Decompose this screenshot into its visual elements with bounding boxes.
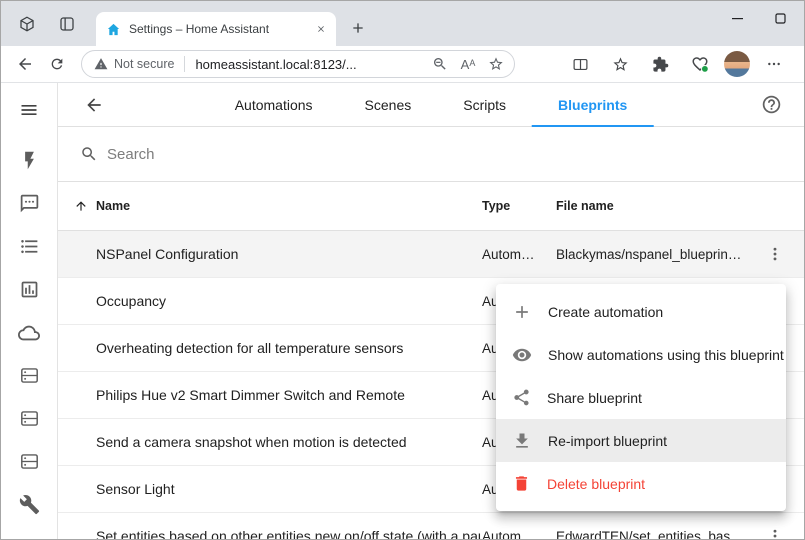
menu-item-label: Share blueprint <box>547 390 642 406</box>
plus-icon <box>512 302 532 322</box>
row-type: Autom… <box>482 247 556 262</box>
blueprint-context-menu: Create automation Show automations using… <box>496 284 786 511</box>
split-screen-icon[interactable] <box>564 49 596 79</box>
sidebar-server-icon-2[interactable] <box>1 397 57 440</box>
row-file: Blackymas/nspanel_blueprin… <box>556 247 760 262</box>
security-label: Not secure <box>114 57 174 71</box>
sidebar-energy-icon[interactable] <box>1 139 57 182</box>
table-row[interactable]: NSPanel Configuration Autom… Blackymas/n… <box>58 231 804 278</box>
sidebar-server-icon-1[interactable] <box>1 354 57 397</box>
back-icon[interactable] <box>9 49 41 79</box>
row-name: Sensor Light <box>58 466 482 513</box>
ha-back-icon[interactable] <box>78 89 110 121</box>
window-controls <box>716 1 802 35</box>
sidebar-history-icon[interactable] <box>1 268 57 311</box>
search-icon <box>80 145 98 163</box>
titlebar-left-icons <box>1 1 76 46</box>
row-name: NSPanel Configuration <box>58 231 482 278</box>
sort-ascending-icon <box>74 199 88 213</box>
url-text: homeassistant.local:8123/... <box>195 57 356 72</box>
site-security-chip[interactable]: Not secure <box>94 57 174 71</box>
column-header-type[interactable]: Type <box>482 199 556 213</box>
text-size-icon[interactable]: AA <box>455 51 481 77</box>
sidebar-nav <box>1 139 57 526</box>
row-type: Autom… <box>482 529 556 540</box>
zoom-out-icon[interactable] <box>427 51 453 77</box>
favorites-icon[interactable] <box>604 49 636 79</box>
sidebar-logbook-icon[interactable] <box>1 225 57 268</box>
address-divider <box>184 56 185 72</box>
tab-scripts[interactable]: Scripts <box>437 83 532 127</box>
ha-sidebar <box>1 83 58 539</box>
menu-item-label: Show automations using this blueprint <box>548 347 784 363</box>
favorite-star-icon[interactable] <box>483 51 509 77</box>
address-bar[interactable]: Not secure homeassistant.local:8123/... … <box>81 50 515 78</box>
browser-tab[interactable]: Settings – Home Assistant <box>96 12 336 46</box>
tab-blueprints[interactable]: Blueprints <box>532 83 653 127</box>
table-header: Name Type File name <box>58 182 804 231</box>
search-bar <box>58 127 804 182</box>
vertical-tabs-icon[interactable] <box>58 15 76 33</box>
profile-avatar[interactable] <box>724 51 750 77</box>
sidebar-assist-icon[interactable] <box>1 182 57 225</box>
row-name: Send a camera snapshot when motion is de… <box>58 419 482 466</box>
search-input[interactable] <box>107 146 804 163</box>
row-file: EdwardTEN/set_entities_bas… <box>556 529 760 540</box>
browser-toolbar: Not secure homeassistant.local:8123/... … <box>1 46 804 83</box>
menu-item-reimport-blueprint[interactable]: Re-import blueprint <box>496 419 786 462</box>
menu-item-create-automation[interactable]: Create automation <box>496 290 786 333</box>
new-tab-button[interactable] <box>345 15 371 41</box>
ha-header: Automations Scenes Scripts Blueprints <box>58 83 804 127</box>
ha-nav-tabs: Automations Scenes Scripts Blueprints <box>209 83 654 127</box>
minimize-button[interactable] <box>716 1 759 35</box>
tab-title: Settings – Home Assistant <box>129 22 304 36</box>
import-download-icon <box>512 431 532 451</box>
maximize-button[interactable] <box>759 1 802 35</box>
row-name: Overheating detection for all temperatur… <box>58 325 482 372</box>
row-name: Occupancy <box>58 278 482 325</box>
column-header-name-label: Name <box>96 199 130 213</box>
extensions-icon[interactable] <box>644 49 676 79</box>
row-name: Philips Hue v2 Smart Dimmer Switch and R… <box>58 372 482 419</box>
tab-automations[interactable]: Automations <box>209 83 339 127</box>
not-secure-warning-icon <box>94 57 108 71</box>
home-assistant-favicon <box>106 22 121 37</box>
menu-item-label: Create automation <box>548 304 663 320</box>
toolbar-right-icons <box>564 49 796 79</box>
browser-window: Settings – Home Assistant <box>0 0 805 540</box>
browser-menu-icon[interactable] <box>758 49 790 79</box>
row-name: Set entities based on other entities new… <box>58 513 482 540</box>
sidebar-cloud-icon[interactable] <box>1 311 57 354</box>
tab-scenes[interactable]: Scenes <box>339 83 438 127</box>
column-header-file[interactable]: File name <box>556 199 760 213</box>
column-header-name[interactable]: Name <box>58 199 482 213</box>
share-icon <box>512 388 531 407</box>
browser-essentials-icon[interactable] <box>684 49 716 79</box>
menu-item-show-automations[interactable]: Show automations using this blueprint <box>496 333 786 376</box>
sidebar-tools-icon[interactable] <box>1 483 57 526</box>
workspaces-icon[interactable] <box>18 15 36 33</box>
eye-icon <box>512 345 532 365</box>
help-icon[interactable] <box>758 92 784 118</box>
menu-item-share-blueprint[interactable]: Share blueprint <box>496 376 786 419</box>
browser-titlebar: Settings – Home Assistant <box>1 1 804 46</box>
refresh-icon[interactable] <box>41 49 73 79</box>
tab-close-icon[interactable] <box>312 20 330 38</box>
row-overflow-menu-icon[interactable] <box>760 239 790 269</box>
trash-icon <box>512 474 531 493</box>
row-overflow-menu-icon[interactable] <box>760 521 790 539</box>
menu-item-label: Delete blueprint <box>547 476 645 492</box>
menu-item-label: Re-import blueprint <box>548 433 667 449</box>
menu-item-delete-blueprint[interactable]: Delete blueprint <box>496 462 786 505</box>
table-row[interactable]: Set entities based on other entities new… <box>58 513 804 539</box>
sidebar-menu-icon[interactable] <box>11 92 47 128</box>
sidebar-server-icon-3[interactable] <box>1 440 57 483</box>
